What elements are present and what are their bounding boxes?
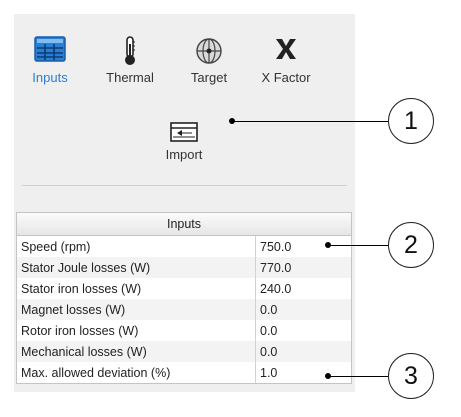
- tool-xfactor[interactable]: X Factor: [250, 36, 322, 85]
- param-value[interactable]: 0.0: [256, 320, 352, 341]
- tool-inputs[interactable]: Inputs: [14, 36, 86, 85]
- toolbar-divider: [22, 185, 347, 186]
- tool-target-label: Target: [190, 70, 228, 85]
- tool-target[interactable]: Target: [173, 36, 245, 85]
- callout-1-line: [232, 121, 388, 122]
- inputs-table-title: Inputs: [17, 213, 351, 236]
- tool-xfactor-label: X Factor: [261, 70, 311, 85]
- inputs-table: Inputs Speed (rpm) 750.0 Stator Joule lo…: [16, 212, 352, 384]
- table-row: Rotor iron losses (W) 0.0: [17, 320, 351, 341]
- param-name: Max. allowed deviation (%): [17, 362, 256, 383]
- tool-import-label: Import: [165, 147, 203, 162]
- callout-1-marker: 1: [388, 98, 434, 144]
- param-value[interactable]: 0.0: [255, 299, 351, 320]
- param-name: Magnet losses (W): [17, 299, 256, 320]
- param-name: Stator Joule losses (W): [17, 257, 256, 278]
- x-factor-icon: [250, 36, 322, 66]
- table-grid-icon: [14, 36, 86, 66]
- param-name: Rotor iron losses (W): [17, 320, 256, 341]
- callout-2-marker: 2: [388, 222, 434, 268]
- param-name: Mechanical losses (W): [17, 341, 256, 362]
- param-value[interactable]: 240.0: [256, 278, 352, 299]
- tool-inputs-label: Inputs: [32, 70, 68, 85]
- table-row: Stator Joule losses (W) 770.0: [17, 257, 351, 278]
- param-name: Speed (rpm): [17, 235, 256, 257]
- toolbar-panel: Inputs Thermal Target X Factor Import In…: [14, 14, 355, 392]
- table-row: Mechanical losses (W) 0.0: [17, 341, 351, 362]
- table-row: Stator iron losses (W) 240.0: [17, 278, 351, 299]
- param-value[interactable]: 750.0: [256, 236, 352, 258]
- target-sphere-icon: [173, 36, 245, 66]
- param-value[interactable]: 0.0: [255, 341, 351, 362]
- callout-3-line: [328, 376, 388, 377]
- table-row: Speed (rpm) 750.0: [17, 235, 352, 258]
- param-value[interactable]: 770.0: [255, 257, 351, 278]
- callout-2-line: [328, 245, 388, 246]
- param-value[interactable]: 1.0: [256, 362, 352, 383]
- import-arrow-icon: [150, 122, 218, 144]
- table-row: Max. allowed deviation (%) 1.0: [17, 362, 351, 383]
- param-name: Stator iron losses (W): [17, 278, 256, 299]
- callout-3-marker: 3: [388, 353, 434, 399]
- tool-thermal-label: Thermal: [106, 70, 154, 85]
- tool-thermal[interactable]: Thermal: [94, 36, 166, 85]
- tool-import[interactable]: Import: [150, 122, 218, 162]
- table-row: Magnet losses (W) 0.0: [17, 299, 351, 320]
- thermometer-icon: [94, 36, 166, 66]
